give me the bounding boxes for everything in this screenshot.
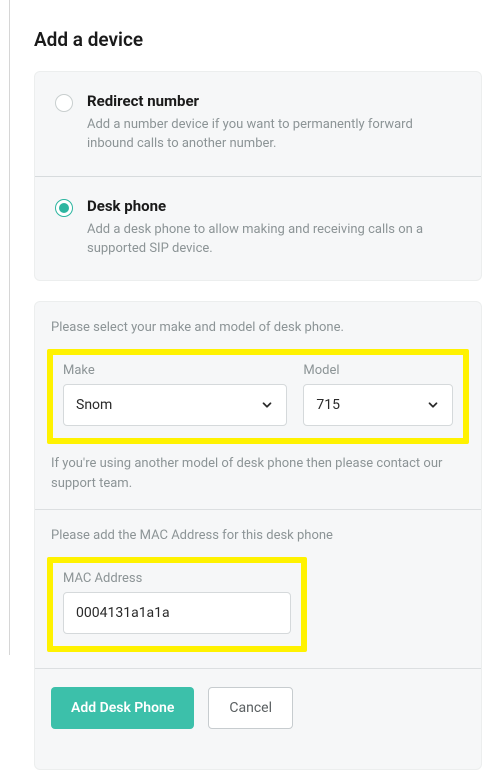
mac-address-input[interactable]: 0004131a1a1a — [63, 592, 291, 634]
mac-section: Please add the MAC Address for this desk… — [35, 509, 481, 668]
actions-row: Add Desk Phone Cancel — [35, 668, 481, 769]
vertical-rule — [9, 0, 10, 655]
mac-address-value: 0004131a1a1a — [76, 605, 170, 621]
chevron-down-icon — [260, 398, 274, 412]
make-select[interactable]: Snom — [63, 384, 287, 426]
make-model-lead: Please select your make and model of des… — [51, 320, 465, 335]
model-select-value: 715 — [316, 397, 340, 413]
make-model-section: Please select your make and model of des… — [35, 302, 481, 509]
cancel-button[interactable]: Cancel — [208, 687, 293, 729]
make-model-highlight: Make Snom Model 715 — [47, 349, 469, 444]
mac-highlight: MAC Address 0004131a1a1a — [47, 557, 307, 652]
page-title: Add a device — [34, 28, 482, 51]
chevron-down-icon — [426, 398, 440, 412]
mac-lead: Please add the MAC Address for this desk… — [51, 528, 465, 543]
make-field: Make Snom — [63, 363, 287, 426]
add-desk-phone-button[interactable]: Add Desk Phone — [51, 687, 194, 729]
desk-phone-config-card: Please select your make and model of des… — [34, 301, 482, 770]
option-description: Add a desk phone to allow making and rec… — [87, 221, 457, 259]
radio-unchecked-icon[interactable] — [55, 94, 73, 112]
mac-field: MAC Address 0004131a1a1a — [63, 571, 291, 634]
option-title: Redirect number — [87, 92, 457, 110]
model-label: Model — [303, 363, 453, 378]
option-redirect-number[interactable]: Redirect number Add a number device if y… — [35, 72, 481, 176]
option-desk-phone[interactable]: Desk phone Add a desk phone to allow mak… — [35, 176, 481, 281]
mac-label: MAC Address — [63, 571, 291, 586]
make-select-value: Snom — [76, 397, 112, 413]
model-select[interactable]: 715 — [303, 384, 453, 426]
model-field: Model 715 — [303, 363, 453, 426]
device-type-card: Redirect number Add a number device if y… — [34, 71, 482, 281]
radio-checked-icon[interactable] — [55, 199, 73, 217]
make-label: Make — [63, 363, 287, 378]
option-description: Add a number device if you want to perma… — [87, 116, 457, 154]
option-title: Desk phone — [87, 197, 457, 215]
make-model-hint: If you're using another model of desk ph… — [51, 454, 465, 493]
